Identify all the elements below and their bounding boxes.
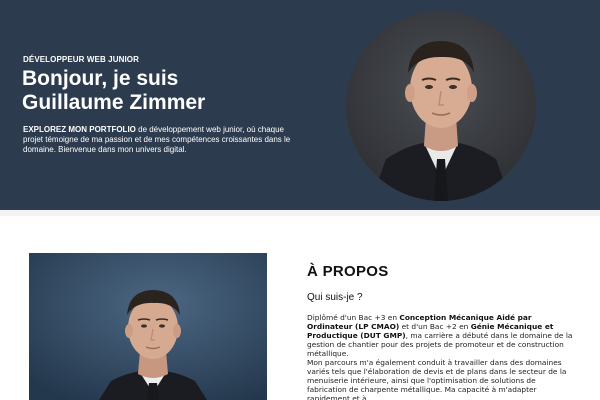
hero-title-line2: Guillaume Zimmer — [22, 91, 206, 114]
hero-title: Bonjour, je suis Guillaume Zimmer — [22, 67, 322, 115]
hero-section: DÉVELOPPEUR WEB JUNIOR Bonjour, je suis … — [0, 0, 600, 210]
hero-subtitle: DÉVELOPPEUR WEB JUNIOR — [23, 55, 139, 64]
about-text: Diplômé d'un Bac +3 en Conception Mécani… — [307, 313, 575, 400]
hero-description: EXPLOREZ MON PORTFOLIO de développement … — [23, 125, 303, 155]
about-paragraph-1: Diplômé d'un Bac +3 en Conception Mécani… — [307, 313, 575, 358]
about-question: Qui suis-je ? — [307, 292, 363, 303]
hero-title-line1: Bonjour, je suis — [22, 67, 179, 90]
about-paragraph-2: Mon parcours m'a également conduit à tra… — [307, 358, 567, 400]
avatar — [346, 11, 536, 201]
hero-desc-bold: EXPLOREZ MON PORTFOLIO — [23, 125, 136, 134]
about-p1-text-a: Diplômé d'un Bac +3 en — [307, 313, 400, 322]
profile-photo-icon — [346, 11, 536, 201]
portrait-photo — [29, 253, 267, 400]
section-divider — [0, 210, 600, 216]
about-title: À PROPOS — [307, 263, 389, 280]
about-p1-text-b: et d'un Bac +2 en — [399, 322, 471, 331]
portrait-photo-icon — [29, 253, 267, 400]
